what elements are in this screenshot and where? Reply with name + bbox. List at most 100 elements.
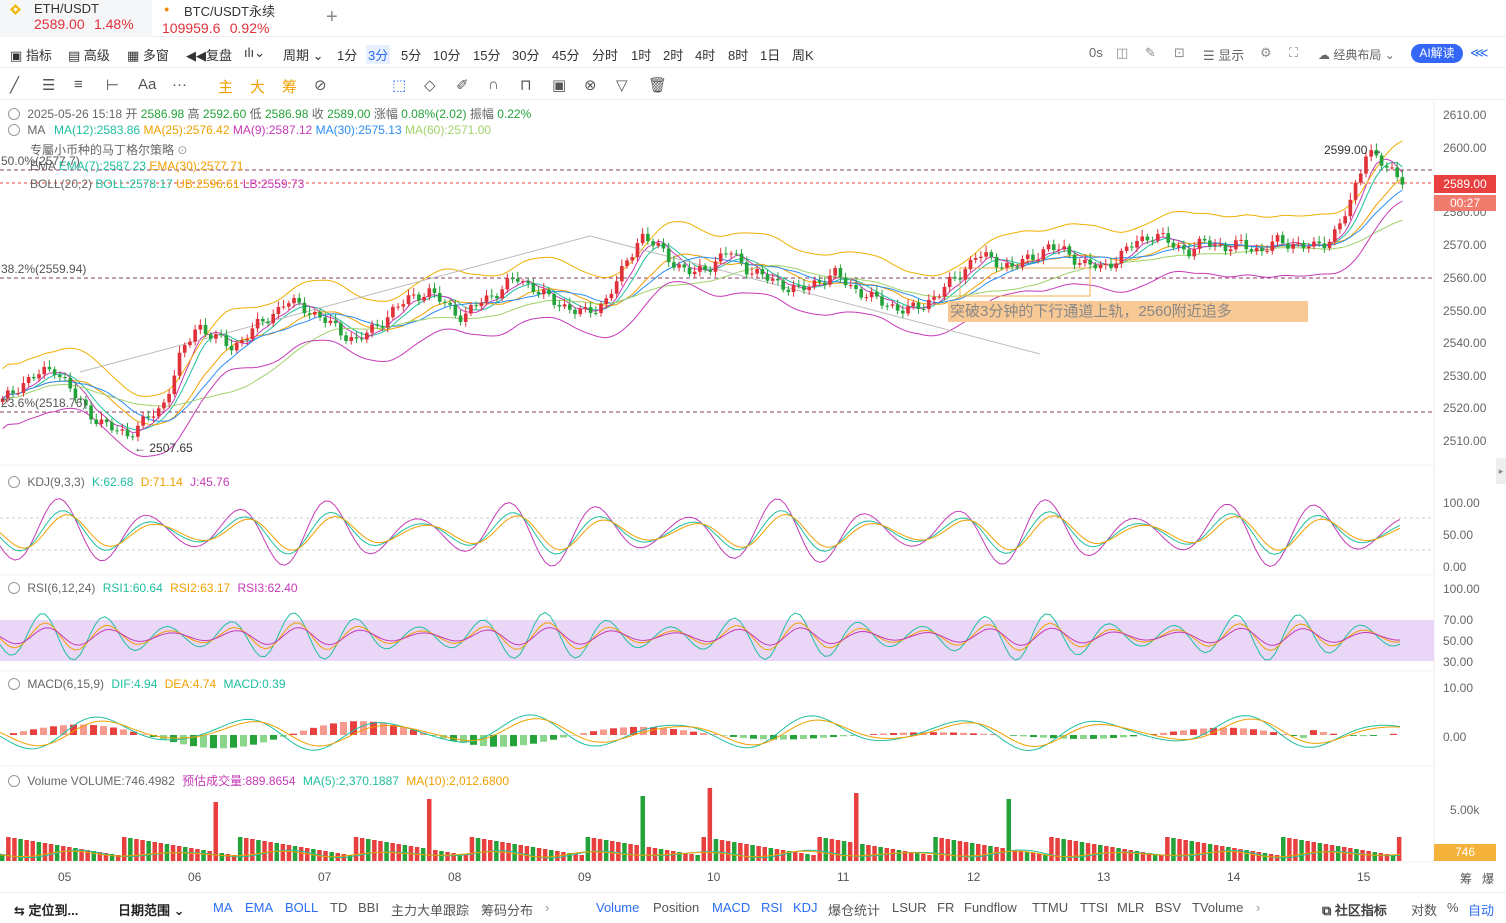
bottom-td[interactable]: TD [330, 900, 347, 915]
bottom-position[interactable]: Position [653, 900, 699, 915]
ray-tool-icon[interactable]: ⊢ [106, 76, 119, 94]
kdj-collapse-icon[interactable] [8, 476, 20, 488]
bottom-ttmu[interactable]: TTMU [1032, 900, 1068, 915]
hline-tool-icon[interactable]: ☰ [42, 76, 55, 94]
community-indicator-button[interactable]: ⧉ 社区指标 [1322, 900, 1387, 919]
period-15m[interactable]: 15分 [473, 45, 500, 64]
more-tools-icon[interactable]: ··· [172, 76, 187, 93]
layout-dropdown[interactable]: ☁ 经典布局 ⌄ [1318, 46, 1395, 63]
volume-bar [176, 846, 182, 861]
period-1m[interactable]: 1分 [337, 45, 357, 64]
period-8h[interactable]: 8时 [728, 45, 748, 64]
period-week[interactable]: 周K [792, 45, 814, 64]
large-order-tool[interactable]: 大 [250, 76, 265, 97]
candle [1327, 241, 1332, 249]
bottom-next-icon[interactable]: › [545, 900, 549, 915]
share-icon[interactable]: ⋘ [1470, 45, 1489, 61]
period-45m[interactable]: 45分 [552, 45, 579, 64]
bottom-chips[interactable]: 筹码分布 [481, 900, 533, 919]
main-force-tool[interactable]: 主 [218, 76, 233, 97]
period-dropdown[interactable]: 周期 ⌄ [283, 45, 324, 64]
ai-interpret-button[interactable]: AI解读 [1411, 44, 1463, 63]
bottom-liquidation[interactable]: 爆仓统计 [828, 900, 880, 919]
macd-collapse-icon[interactable] [8, 678, 20, 690]
display-button[interactable]: ☰ 显示 [1203, 45, 1244, 64]
analysis-annotation[interactable]: 突破3分钟的下行通道上轨，2560附近追多 [948, 301, 1308, 322]
date-range-dropdown[interactable]: 日期范围 ⌄ [118, 900, 185, 919]
liquidation-toggle[interactable]: 爆 [1482, 870, 1494, 887]
chip-distribution-toggle[interactable]: 筹 [1460, 870, 1472, 887]
magnet-tool-icon[interactable]: ∩ [488, 76, 499, 93]
brush-tool-icon[interactable]: ⊘ [314, 76, 327, 94]
settings-icon[interactable]: ⚙ [1260, 45, 1272, 61]
auto-toggle[interactable]: 自动 [1468, 900, 1494, 919]
bottom-ttsi[interactable]: TTSI [1080, 900, 1108, 915]
lock-tool-icon[interactable]: ⊓ [520, 76, 532, 94]
locate-button[interactable]: ⇆ 定位到... [14, 900, 78, 919]
period-timeline[interactable]: 分时 [592, 45, 618, 64]
select-tool-icon[interactable]: ⬚ [392, 76, 406, 94]
bottom-rsi[interactable]: RSI [761, 900, 783, 915]
candle [1265, 250, 1269, 252]
bottom-fr[interactable]: FR [937, 900, 954, 915]
line-tool-icon[interactable]: ╱ [10, 76, 19, 94]
collapse-panel-icon[interactable]: ▸ [1496, 458, 1506, 484]
indicator-button[interactable]: ▣ 指标 [10, 45, 52, 64]
fullscreen-icon[interactable]: ⛶ [1289, 45, 1298, 61]
chip-tool[interactable]: 筹 [282, 76, 297, 97]
rsi-collapse-icon[interactable] [8, 582, 20, 594]
pen-icon[interactable]: ✎ [1145, 45, 1156, 61]
delete-tool-icon[interactable]: 🗑 [648, 76, 667, 94]
volume-collapse-icon[interactable] [8, 775, 20, 787]
bottom-mlr[interactable]: MLR [1117, 900, 1144, 915]
template-tool-icon[interactable]: ▣ [552, 76, 566, 94]
bottom-bsv[interactable]: BSV [1155, 900, 1181, 915]
period-5m[interactable]: 5分 [401, 45, 421, 64]
period-4h[interactable]: 4时 [695, 45, 715, 64]
bottom-main-force[interactable]: 主力大单跟踪 [391, 900, 469, 919]
text-tool[interactable]: Aa [138, 76, 156, 93]
collapse-icon[interactable] [8, 108, 20, 120]
add-tab-icon[interactable]: + [326, 6, 338, 29]
bottom-lsur[interactable]: LSUR [892, 900, 927, 915]
percent-toggle[interactable]: % [1447, 900, 1459, 915]
period-1d[interactable]: 1日 [760, 45, 780, 64]
replay-button[interactable]: ◀◀复盘 [186, 45, 232, 64]
bottom-ma[interactable]: MA [213, 900, 233, 915]
period-30m[interactable]: 30分 [512, 45, 539, 64]
tab-eth[interactable]: ETH/USDT 2589.00 1.48% [0, 0, 152, 37]
log-toggle[interactable]: 对数 [1411, 900, 1437, 919]
period-1h[interactable]: 1时 [631, 45, 651, 64]
marker-tool-icon[interactable]: ✐ [456, 76, 469, 94]
bottom-next-sub-icon[interactable]: › [1256, 900, 1260, 915]
channel-tool-icon[interactable]: ≡ [74, 76, 83, 93]
bottom-boll[interactable]: BOLL [285, 900, 318, 915]
filter-tool-icon[interactable]: ▽ [616, 76, 628, 94]
candle [63, 377, 67, 379]
advanced-button[interactable]: ▤ 高级 [68, 45, 110, 64]
candle [1109, 263, 1113, 269]
bottom-volume[interactable]: Volume [596, 900, 639, 915]
multi-window-label: 多窗 [142, 48, 169, 63]
ma-collapse-icon[interactable] [8, 124, 20, 136]
bottom-bbi[interactable]: BBI [358, 900, 379, 915]
hide-tool-icon[interactable]: ⊗ [584, 76, 597, 94]
bottom-kdj[interactable]: KDJ [793, 900, 818, 915]
eraser-tool-icon[interactable]: ◇ [424, 76, 436, 94]
camera-icon[interactable]: ◫ [1116, 45, 1128, 61]
period-2h[interactable]: 2时 [663, 45, 683, 64]
period-3m[interactable]: 3分 [366, 45, 391, 64]
bottom-macd[interactable]: MACD [712, 900, 750, 915]
period-10m[interactable]: 10分 [433, 45, 460, 64]
candle [921, 308, 926, 310]
frame-icon[interactable]: ⊡ [1174, 45, 1185, 61]
volume-bar [195, 849, 200, 861]
macd-bar [250, 735, 257, 745]
tab-btc[interactable]: ● BTC/USDT永续 109959.6 0.92% [152, 0, 312, 37]
eye-icon[interactable]: ⊙ [177, 143, 187, 157]
bottom-tvolume[interactable]: TVolume [1192, 900, 1243, 915]
multi-window-button[interactable]: ▦ 多窗 [127, 45, 169, 64]
bottom-fundflow[interactable]: Fundflow [964, 900, 1017, 915]
bottom-ema[interactable]: EMA [245, 900, 273, 915]
chart-type-icon[interactable]: ılı⌄ [244, 45, 265, 61]
